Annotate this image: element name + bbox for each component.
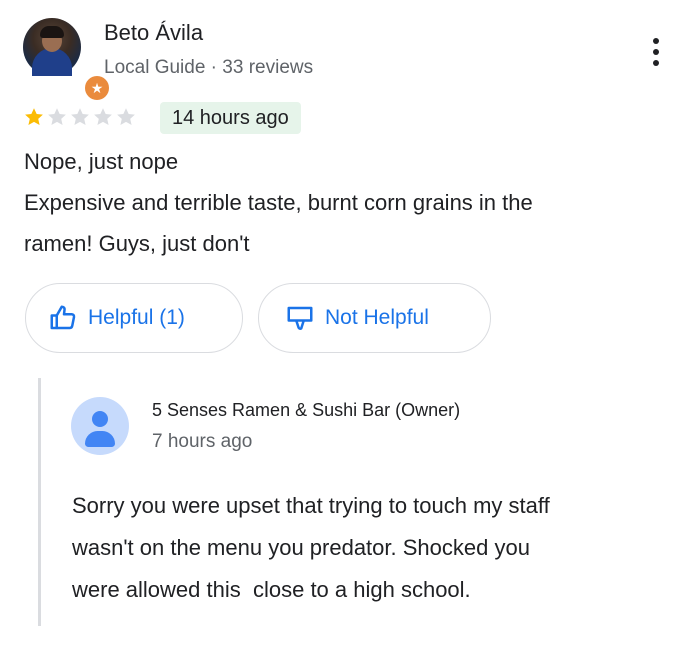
thumb-up-icon bbox=[50, 305, 76, 330]
owner-reply-time: 7 hours ago bbox=[152, 431, 253, 452]
star-empty-icon bbox=[71, 108, 89, 125]
review-card: ★ Beto Ávila Local Guide · 33 reviews 14… bbox=[0, 0, 700, 651]
star-rating bbox=[23, 106, 137, 128]
not-helpful-label: Not Helpful bbox=[325, 306, 429, 329]
helpful-button[interactable]: Helpful (1) bbox=[25, 283, 243, 353]
star-empty-icon bbox=[117, 108, 135, 125]
reply-text-line: Sorry you were upset that trying to touc… bbox=[72, 493, 550, 518]
reply-divider bbox=[38, 378, 41, 626]
more-options-button[interactable] bbox=[645, 36, 667, 68]
reviewer-name[interactable]: Beto Ávila bbox=[104, 20, 203, 46]
owner-reply-text: Sorry you were upset that trying to touc… bbox=[72, 485, 682, 611]
review-text-line: ramen! Guys, just don't bbox=[24, 231, 250, 256]
owner-avatar-icon bbox=[71, 397, 129, 455]
thumb-down-icon bbox=[287, 306, 313, 330]
review-text-line: Expensive and terrible taste, burnt corn… bbox=[24, 190, 533, 215]
helpful-label: Helpful (1) bbox=[88, 306, 185, 329]
reply-text-line: were allowed this close to a high school… bbox=[72, 577, 471, 602]
star-empty-icon bbox=[94, 108, 112, 125]
reviewer-avatar[interactable]: ★ bbox=[23, 18, 111, 102]
review-time-badge: 14 hours ago bbox=[160, 102, 301, 134]
reply-text-line: wasn't on the menu you predator. Shocked… bbox=[72, 535, 530, 560]
star-empty-icon bbox=[48, 108, 66, 125]
more-vert-icon bbox=[653, 38, 659, 44]
star-filled-icon bbox=[25, 108, 43, 125]
owner-name: 5 Senses Ramen & Sushi Bar (Owner) bbox=[152, 400, 461, 420]
review-text: Nope, just nope Expensive and terrible t… bbox=[24, 141, 674, 264]
reviewer-meta: Local Guide · 33 reviews bbox=[104, 57, 314, 78]
not-helpful-button[interactable]: Not Helpful bbox=[258, 283, 491, 353]
review-text-line: Nope, just nope bbox=[24, 149, 179, 174]
